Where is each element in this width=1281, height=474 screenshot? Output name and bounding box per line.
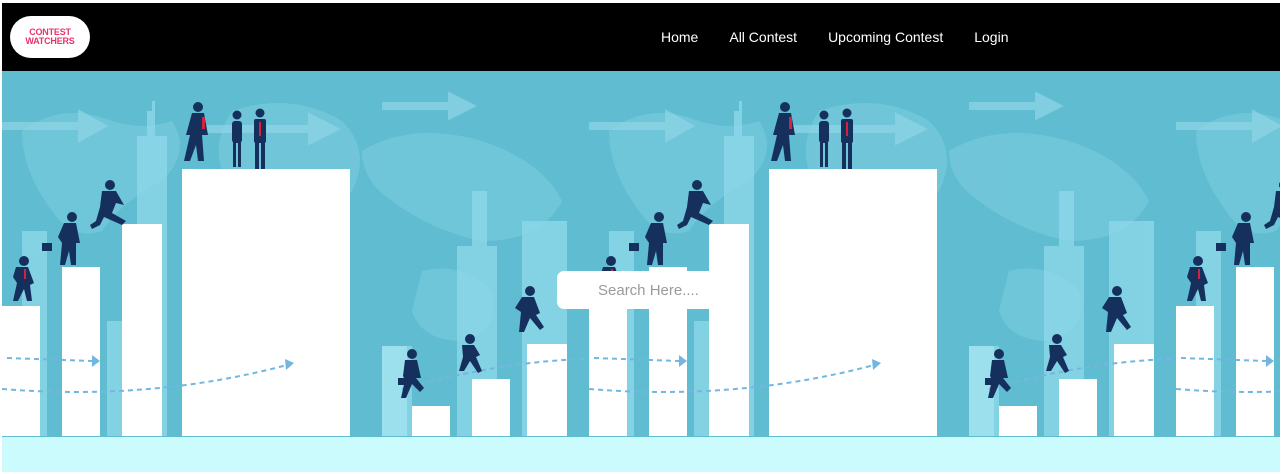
navbar: CONTEST WATCHERS Home All Contest Upcomi… xyxy=(2,3,1280,71)
main-nav: Home All Contest Upcoming Contest Login xyxy=(661,3,1009,71)
search-input[interactable] xyxy=(557,271,742,309)
page-frame: CONTEST WATCHERS Home All Contest Upcomi… xyxy=(2,3,1280,472)
brand-logo[interactable]: CONTEST WATCHERS xyxy=(10,16,90,58)
logo-text-line2: WATCHERS xyxy=(25,36,75,46)
nav-all-contest-link[interactable]: All Contest xyxy=(729,29,797,45)
search-box[interactable] xyxy=(557,271,742,309)
hero-ground-strip xyxy=(2,437,1280,472)
nav-upcoming-contest-link[interactable]: Upcoming Contest xyxy=(828,29,943,45)
hero-banner xyxy=(2,71,1280,472)
nav-login-link[interactable]: Login xyxy=(974,29,1008,45)
nav-home-link[interactable]: Home xyxy=(661,29,698,45)
